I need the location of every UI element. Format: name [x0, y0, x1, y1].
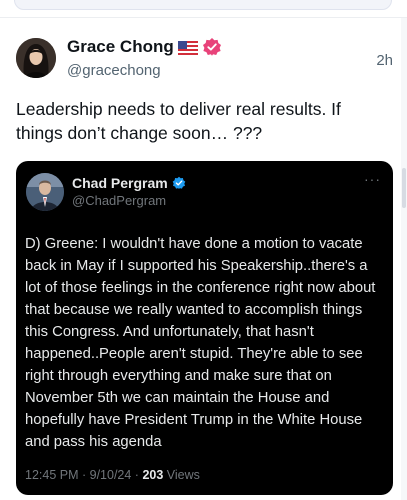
top-strip — [0, 0, 407, 16]
author-handle[interactable]: @gracechong — [67, 62, 161, 79]
quoted-avatar[interactable] — [26, 173, 64, 211]
quoted-author-handle[interactable]: @ChadPergram — [72, 193, 166, 208]
avatar[interactable] — [16, 38, 56, 78]
scrollbar[interactable] — [401, 18, 407, 500]
quoted-avatar-image — [26, 173, 64, 211]
avatar-image — [16, 38, 56, 78]
views-count: 203 — [142, 468, 164, 482]
quoted-post-card[interactable]: Chad Pergram @ChadPergram ··· D) Greene:… — [16, 161, 393, 495]
divider — [0, 17, 407, 18]
scrollbar-thumb[interactable] — [402, 168, 406, 208]
post-text: Leadership needs to deliver real results… — [16, 99, 341, 143]
quoted-post-meta: 12:45 PM · 9/10/24 · 203 Views — [25, 468, 200, 482]
verified-badge-icon[interactable] — [172, 176, 186, 190]
quoted-author-name[interactable]: Chad Pergram — [72, 175, 186, 191]
views-label: Views — [163, 468, 200, 482]
quoted-author-name-text[interactable]: Chad Pergram — [72, 175, 168, 191]
more-options-icon[interactable]: ··· — [364, 171, 381, 187]
author-name[interactable]: Grace Chong — [67, 37, 222, 57]
reply-input-edge[interactable] — [14, 0, 392, 10]
quoted-post-timestamp[interactable]: 12:45 PM · 9/10/24 · — [25, 468, 142, 482]
post-time[interactable]: 2h — [376, 52, 393, 69]
author-name-text[interactable]: Grace Chong — [67, 37, 174, 57]
us-flag-icon — [177, 40, 198, 55]
verified-badge-icon[interactable] — [202, 37, 222, 57]
quoted-post-text: D) Greene: I wouldn't have done a motion… — [25, 236, 376, 450]
